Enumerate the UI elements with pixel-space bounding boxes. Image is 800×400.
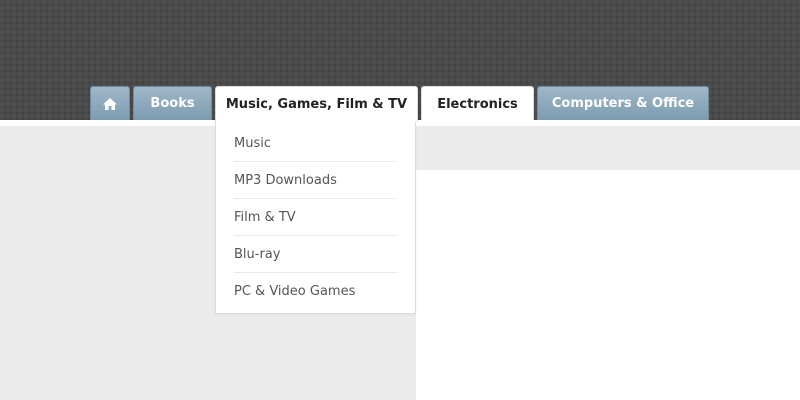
tab-books[interactable]: Books — [133, 86, 212, 120]
tab-home[interactable] — [90, 86, 130, 120]
category-tabs: Books Music, Games, Film & TV Electronic… — [0, 0, 800, 122]
dropdown-menu: Music MP3 Downloads Film & TV Blu-ray PC… — [215, 120, 416, 314]
dropdown-item-pc-video-games[interactable]: PC & Video Games — [234, 273, 397, 310]
dropdown-item-mp3-downloads[interactable]: MP3 Downloads — [234, 162, 397, 199]
tab-computers-office[interactable]: Computers & Office — [537, 86, 709, 120]
dropdown-item-film-tv[interactable]: Film & TV — [234, 199, 397, 236]
content-subbar — [416, 126, 800, 170]
home-icon — [102, 97, 118, 111]
tab-electronics[interactable]: Electronics — [421, 86, 534, 122]
content-main-panel — [416, 170, 800, 400]
dropdown-item-music[interactable]: Music — [234, 125, 397, 162]
dropdown-item-blu-ray[interactable]: Blu-ray — [234, 236, 397, 273]
tab-music-games-film-tv[interactable]: Music, Games, Film & TV — [215, 86, 418, 122]
